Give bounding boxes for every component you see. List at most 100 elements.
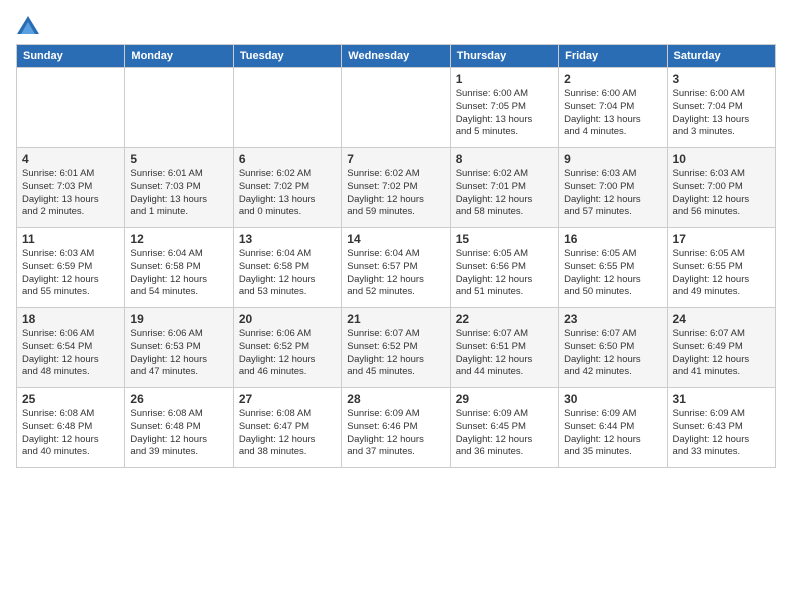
week-row-4: 18Sunrise: 6:06 AM Sunset: 6:54 PM Dayli… [17, 308, 776, 388]
cell-info: Sunrise: 6:02 AM Sunset: 7:02 PM Dayligh… [347, 168, 444, 219]
day-number: 26 [130, 392, 227, 406]
cell-info: Sunrise: 6:05 AM Sunset: 6:55 PM Dayligh… [564, 248, 661, 299]
calendar-cell: 30 Sunrise: 6:09 AM Sunset: 6:44 PM Dayli… [559, 388, 667, 468]
cell-info: Sunrise: 6:00 AM Sunset: 7:05 PM Dayligh… [456, 88, 553, 139]
calendar-cell: 1 Sunrise: 6:00 AM Sunset: 7:05 PM Daylig… [450, 68, 558, 148]
col-header-friday: Friday [559, 45, 667, 68]
day-number: 8 [456, 152, 553, 166]
day-number: 30 [564, 392, 661, 406]
day-number: 27 [239, 392, 336, 406]
cell-info: Sunrise: 6:02 AM Sunset: 7:01 PM Dayligh… [456, 168, 553, 219]
cell-info: Sunrise: 6:05 AM Sunset: 6:56 PM Dayligh… [456, 248, 553, 299]
logo-icon [17, 16, 39, 34]
week-row-3: 11 Sunrise: 6:03 AM Sunset: 6:59 PM Dayli… [17, 228, 776, 308]
day-number: 4 [22, 152, 119, 166]
calendar-cell: 19Sunrise: 6:06 AM Sunset: 6:53 PM Dayli… [125, 308, 233, 388]
week-row-5: 25Sunrise: 6:08 AM Sunset: 6:48 PM Dayli… [17, 388, 776, 468]
calendar-cell [17, 68, 125, 148]
cell-info: Sunrise: 6:03 AM Sunset: 7:00 PM Dayligh… [564, 168, 661, 219]
calendar-cell: 18Sunrise: 6:06 AM Sunset: 6:54 PM Dayli… [17, 308, 125, 388]
calendar-cell: 2 Sunrise: 6:00 AM Sunset: 7:04 PM Daylig… [559, 68, 667, 148]
day-number: 5 [130, 152, 227, 166]
cell-info: Sunrise: 6:09 AM Sunset: 6:46 PM Dayligh… [347, 408, 444, 459]
cell-info: Sunrise: 6:03 AM Sunset: 6:59 PM Dayligh… [22, 248, 119, 299]
day-number: 6 [239, 152, 336, 166]
day-number: 23 [564, 312, 661, 326]
calendar-cell: 10 Sunrise: 6:03 AM Sunset: 7:00 PM Dayli… [667, 148, 775, 228]
page-header [16, 16, 776, 32]
day-number: 3 [673, 72, 770, 86]
col-header-wednesday: Wednesday [342, 45, 450, 68]
col-header-monday: Monday [125, 45, 233, 68]
cell-info: Sunrise: 6:09 AM Sunset: 6:45 PM Dayligh… [456, 408, 553, 459]
calendar-cell: 29 Sunrise: 6:09 AM Sunset: 6:45 PM Dayli… [450, 388, 558, 468]
calendar-cell: 15Sunrise: 6:05 AM Sunset: 6:56 PM Dayli… [450, 228, 558, 308]
week-row-2: 4 Sunrise: 6:01 AM Sunset: 7:03 PM Daylig… [17, 148, 776, 228]
calendar-cell: 4 Sunrise: 6:01 AM Sunset: 7:03 PM Daylig… [17, 148, 125, 228]
week-row-1: 1 Sunrise: 6:00 AM Sunset: 7:05 PM Daylig… [17, 68, 776, 148]
day-number: 28 [347, 392, 444, 406]
calendar-cell: 25Sunrise: 6:08 AM Sunset: 6:48 PM Dayli… [17, 388, 125, 468]
calendar-cell [342, 68, 450, 148]
cell-info: Sunrise: 6:08 AM Sunset: 6:48 PM Dayligh… [22, 408, 119, 459]
calendar-cell: 5Sunrise: 6:01 AM Sunset: 7:03 PM Daylig… [125, 148, 233, 228]
calendar-cell: 22 Sunrise: 6:07 AM Sunset: 6:51 PM Dayli… [450, 308, 558, 388]
calendar-cell: 17Sunrise: 6:05 AM Sunset: 6:55 PM Dayli… [667, 228, 775, 308]
col-header-sunday: Sunday [17, 45, 125, 68]
calendar-cell: 13Sunrise: 6:04 AM Sunset: 6:58 PM Dayli… [233, 228, 341, 308]
cell-info: Sunrise: 6:08 AM Sunset: 6:47 PM Dayligh… [239, 408, 336, 459]
day-number: 11 [22, 232, 119, 246]
header-row: SundayMondayTuesdayWednesdayThursdayFrid… [17, 45, 776, 68]
calendar-table: SundayMondayTuesdayWednesdayThursdayFrid… [16, 44, 776, 468]
cell-info: Sunrise: 6:06 AM Sunset: 6:54 PM Dayligh… [22, 328, 119, 379]
cell-info: Sunrise: 6:04 AM Sunset: 6:58 PM Dayligh… [239, 248, 336, 299]
day-number: 12 [130, 232, 227, 246]
cell-info: Sunrise: 6:07 AM Sunset: 6:50 PM Dayligh… [564, 328, 661, 379]
day-number: 22 [456, 312, 553, 326]
day-number: 24 [673, 312, 770, 326]
calendar-cell: 23 Sunrise: 6:07 AM Sunset: 6:50 PM Dayli… [559, 308, 667, 388]
day-number: 16 [564, 232, 661, 246]
day-number: 2 [564, 72, 661, 86]
day-number: 20 [239, 312, 336, 326]
day-number: 1 [456, 72, 553, 86]
calendar-cell: 24Sunrise: 6:07 AM Sunset: 6:49 PM Dayli… [667, 308, 775, 388]
cell-info: Sunrise: 6:00 AM Sunset: 7:04 PM Dayligh… [673, 88, 770, 139]
cell-info: Sunrise: 6:02 AM Sunset: 7:02 PM Dayligh… [239, 168, 336, 219]
cell-info: Sunrise: 6:00 AM Sunset: 7:04 PM Dayligh… [564, 88, 661, 139]
cell-info: Sunrise: 6:09 AM Sunset: 6:44 PM Dayligh… [564, 408, 661, 459]
cell-info: Sunrise: 6:01 AM Sunset: 7:03 PM Dayligh… [22, 168, 119, 219]
cell-info: Sunrise: 6:04 AM Sunset: 6:58 PM Dayligh… [130, 248, 227, 299]
calendar-cell: 8 Sunrise: 6:02 AM Sunset: 7:01 PM Daylig… [450, 148, 558, 228]
cell-info: Sunrise: 6:07 AM Sunset: 6:52 PM Dayligh… [347, 328, 444, 379]
calendar-cell: 31Sunrise: 6:09 AM Sunset: 6:43 PM Dayli… [667, 388, 775, 468]
calendar-cell [233, 68, 341, 148]
calendar-cell: 11 Sunrise: 6:03 AM Sunset: 6:59 PM Dayli… [17, 228, 125, 308]
calendar-cell: 6 Sunrise: 6:02 AM Sunset: 7:02 PM Daylig… [233, 148, 341, 228]
logo [16, 16, 40, 32]
day-number: 7 [347, 152, 444, 166]
col-header-thursday: Thursday [450, 45, 558, 68]
cell-info: Sunrise: 6:09 AM Sunset: 6:43 PM Dayligh… [673, 408, 770, 459]
calendar-cell: 14 Sunrise: 6:04 AM Sunset: 6:57 PM Dayli… [342, 228, 450, 308]
day-number: 10 [673, 152, 770, 166]
calendar-header: SundayMondayTuesdayWednesdayThursdayFrid… [17, 45, 776, 68]
cell-info: Sunrise: 6:04 AM Sunset: 6:57 PM Dayligh… [347, 248, 444, 299]
calendar-cell: 21 Sunrise: 6:07 AM Sunset: 6:52 PM Dayli… [342, 308, 450, 388]
calendar-body: 1 Sunrise: 6:00 AM Sunset: 7:05 PM Daylig… [17, 68, 776, 468]
day-number: 29 [456, 392, 553, 406]
cell-info: Sunrise: 6:07 AM Sunset: 6:51 PM Dayligh… [456, 328, 553, 379]
calendar-cell: 28 Sunrise: 6:09 AM Sunset: 6:46 PM Dayli… [342, 388, 450, 468]
calendar-cell: 16 Sunrise: 6:05 AM Sunset: 6:55 PM Dayli… [559, 228, 667, 308]
calendar-cell: 20Sunrise: 6:06 AM Sunset: 6:52 PM Dayli… [233, 308, 341, 388]
day-number: 21 [347, 312, 444, 326]
cell-info: Sunrise: 6:03 AM Sunset: 7:00 PM Dayligh… [673, 168, 770, 219]
day-number: 9 [564, 152, 661, 166]
col-header-saturday: Saturday [667, 45, 775, 68]
day-number: 19 [130, 312, 227, 326]
calendar-cell: 12 Sunrise: 6:04 AM Sunset: 6:58 PM Dayli… [125, 228, 233, 308]
day-number: 14 [347, 232, 444, 246]
calendar-cell: 3 Sunrise: 6:00 AM Sunset: 7:04 PM Daylig… [667, 68, 775, 148]
calendar-cell: 26Sunrise: 6:08 AM Sunset: 6:48 PM Dayli… [125, 388, 233, 468]
cell-info: Sunrise: 6:05 AM Sunset: 6:55 PM Dayligh… [673, 248, 770, 299]
